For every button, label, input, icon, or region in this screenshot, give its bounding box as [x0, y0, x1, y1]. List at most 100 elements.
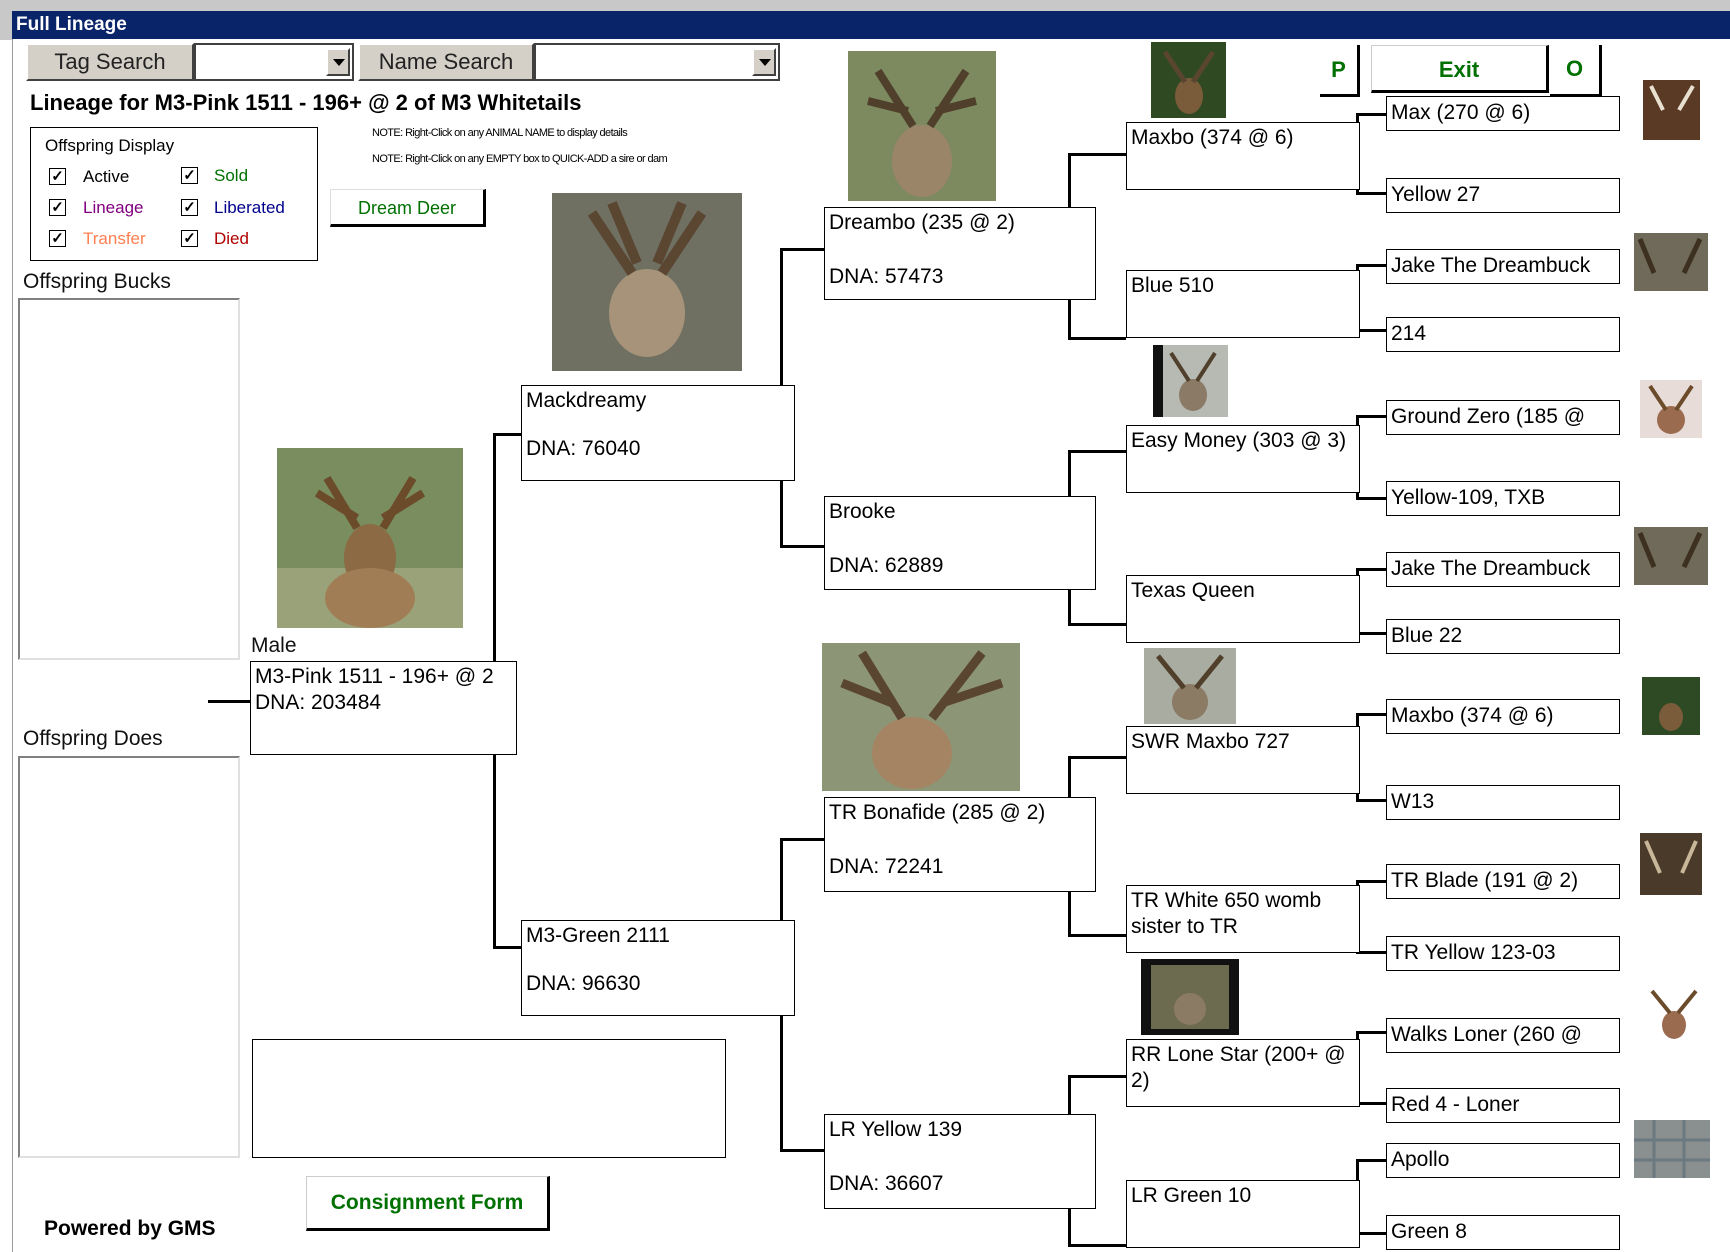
gen4-box[interactable]: Red 4 - Loner [1386, 1088, 1620, 1123]
checkbox-sold[interactable]: ✓ [181, 167, 198, 184]
connector-line [493, 433, 521, 436]
animal-name[interactable]: 214 [1391, 320, 1615, 348]
chevron-down-icon[interactable] [326, 48, 350, 76]
o-button[interactable]: O [1550, 45, 1602, 97]
animal-name[interactable]: Easy Money (303 @ 3) [1131, 428, 1355, 454]
gen4-box[interactable]: Apollo [1386, 1143, 1620, 1178]
sire-deer-photo [552, 193, 742, 371]
subject-animal-box[interactable]: M3-Pink 1511 - 196+ @ 2 DNA: 203484 [250, 661, 517, 755]
animal-name[interactable]: RR Lone Star (200+ @ 2) [1131, 1042, 1355, 1094]
legend-label-transfer: Transfer [83, 229, 146, 248]
checkbox-transfer[interactable]: ✓ [49, 230, 66, 247]
gen4-box[interactable]: Walks Loner (260 @ [1386, 1018, 1620, 1053]
tag-search-combo[interactable] [194, 43, 354, 81]
paternal-granddam-box[interactable]: Brooke DNA: 62889 [824, 496, 1096, 590]
connector-line [1356, 799, 1388, 802]
gen4-box[interactable]: TR Yellow 123-03 [1386, 936, 1620, 971]
gen3-box[interactable]: Texas Queen [1126, 575, 1360, 643]
gen4-box[interactable]: 214 [1386, 317, 1620, 352]
thumb-photo-3 [1640, 380, 1702, 438]
animal-dna: DNA: 96630 [526, 972, 641, 995]
animal-name[interactable]: Jake The Dreambuck [1391, 252, 1615, 280]
gen4-box[interactable]: Maxbo (374 @ 6) [1386, 699, 1620, 734]
checkbox-liberated[interactable]: ✓ [181, 199, 198, 216]
animal-name[interactable]: Walks Loner (260 @ [1391, 1021, 1615, 1049]
gen3-box[interactable]: Blue 510 [1126, 270, 1360, 338]
note-right-click-name: NOTE: Right-Click on any ANIMAL NAME to … [372, 127, 628, 139]
gen4-box[interactable]: TR Blade (191 @ 2) [1386, 864, 1620, 899]
animal-name[interactable]: Yellow-109, TXB [1391, 484, 1615, 512]
animal-name[interactable]: TR Yellow 123-03 [1391, 939, 1615, 967]
thumb-photo-8 [1634, 1120, 1710, 1178]
animal-name[interactable]: Maxbo (374 @ 6) [1391, 702, 1615, 730]
dream-deer-button[interactable]: Dream Deer [330, 189, 486, 227]
gen4-box[interactable]: Yellow 27 [1386, 178, 1620, 213]
animal-name[interactable]: M3-Green 2111 [526, 923, 790, 949]
animal-name[interactable]: TR Blade (191 @ 2) [1391, 867, 1615, 895]
connector-line [1356, 880, 1388, 883]
connector-line [1356, 497, 1388, 500]
legend-label-lineage: Lineage [83, 198, 144, 217]
legend-label-active: Active [83, 167, 130, 186]
gen4-box[interactable]: Yellow-109, TXB [1386, 481, 1620, 516]
animal-name[interactable]: TR White 650 womb sister to TR [1131, 888, 1355, 940]
animal-name[interactable]: Green 8 [1391, 1218, 1615, 1246]
animal-name[interactable]: M3-Pink 1511 - 196+ @ 2 [255, 664, 512, 690]
name-search-combo[interactable] [534, 43, 780, 81]
dam-box[interactable]: M3-Green 2111 DNA: 96630 [521, 920, 795, 1016]
animal-name[interactable]: Apollo [1391, 1146, 1615, 1174]
animal-name[interactable]: Blue 22 [1391, 622, 1615, 650]
animal-name[interactable]: LR Yellow 139 [829, 1117, 1091, 1143]
animal-name[interactable]: TR Bonafide (285 @ 2) [829, 800, 1091, 826]
animal-name[interactable]: LR Green 10 [1131, 1183, 1355, 1209]
animal-name[interactable]: Dreambo (235 @ 2) [829, 210, 1091, 236]
offspring-bucks-list[interactable] [18, 298, 240, 660]
animal-name[interactable]: Yellow 27 [1391, 181, 1615, 209]
gen3-box[interactable]: RR Lone Star (200+ @ 2) [1126, 1039, 1360, 1107]
gen3-box[interactable]: LR Green 10 [1126, 1180, 1360, 1248]
exit-button[interactable]: Exit [1371, 45, 1549, 93]
checkbox-died[interactable]: ✓ [181, 230, 198, 247]
maternal-grandsire-box[interactable]: TR Bonafide (285 @ 2) DNA: 72241 [824, 797, 1096, 892]
sire-box[interactable]: Mackdreamy DNA: 76040 [521, 385, 795, 481]
connector-line [1356, 329, 1388, 332]
animal-name[interactable]: Ground Zero (185 @ [1391, 403, 1615, 431]
gen3-box[interactable]: SWR Maxbo 727 [1126, 726, 1360, 794]
animal-name[interactable]: Jake The Dreambuck [1391, 555, 1615, 583]
animal-name[interactable]: Maxbo (374 @ 6) [1131, 125, 1355, 151]
animal-name[interactable]: Red 4 - Loner [1391, 1091, 1615, 1119]
gen4-box[interactable]: W13 [1386, 785, 1620, 820]
sex-label: Male [251, 634, 297, 657]
gen4-box[interactable]: Green 8 [1386, 1215, 1620, 1250]
checkbox-lineage[interactable]: ✓ [49, 199, 66, 216]
p-button[interactable]: P [1320, 45, 1360, 97]
gen4-box[interactable]: Blue 22 [1386, 619, 1620, 654]
offspring-does-list[interactable] [18, 756, 240, 1158]
animal-name[interactable]: Brooke [829, 499, 1091, 525]
gen4-box[interactable]: Max (270 @ 6) [1386, 96, 1620, 131]
animal-name[interactable]: Blue 510 [1131, 273, 1355, 299]
animal-name[interactable]: Max (270 @ 6) [1391, 99, 1615, 127]
gen3-box[interactable]: Easy Money (303 @ 3) [1126, 425, 1360, 493]
animal-name[interactable]: SWR Maxbo 727 [1131, 729, 1355, 755]
offspring-does-label: Offspring Does [23, 727, 163, 750]
consignment-form-button[interactable]: Consignment Form [306, 1176, 550, 1231]
maternal-granddam-box[interactable]: LR Yellow 139 DNA: 36607 [824, 1114, 1096, 1209]
connector-line [1356, 113, 1388, 116]
window-titlebar: Full Lineage [0, 0, 1730, 40]
animal-dna: DNA: 76040 [526, 437, 641, 460]
gen4-box[interactable]: Ground Zero (185 @ [1386, 400, 1620, 435]
lineage-heading: Lineage for M3-Pink 1511 - 196+ @ 2 of M… [30, 90, 582, 115]
chevron-down-icon[interactable] [752, 48, 776, 76]
gen4-box[interactable]: Jake The Dreambuck [1386, 249, 1620, 284]
checkbox-active[interactable]: ✓ [49, 168, 66, 185]
animal-name[interactable]: W13 [1391, 788, 1615, 816]
animal-name[interactable]: Texas Queen [1131, 578, 1355, 604]
gen4-box[interactable]: Jake The Dreambuck [1386, 552, 1620, 587]
gen3-box[interactable]: TR White 650 womb sister to TR [1126, 885, 1360, 953]
notes-box[interactable] [252, 1039, 726, 1158]
legend-label-sold: Sold [214, 166, 249, 185]
paternal-grandsire-box[interactable]: Dreambo (235 @ 2) DNA: 57473 [824, 207, 1096, 300]
animal-name[interactable]: Mackdreamy [526, 388, 790, 414]
gen3-box[interactable]: Maxbo (374 @ 6) [1126, 122, 1360, 190]
